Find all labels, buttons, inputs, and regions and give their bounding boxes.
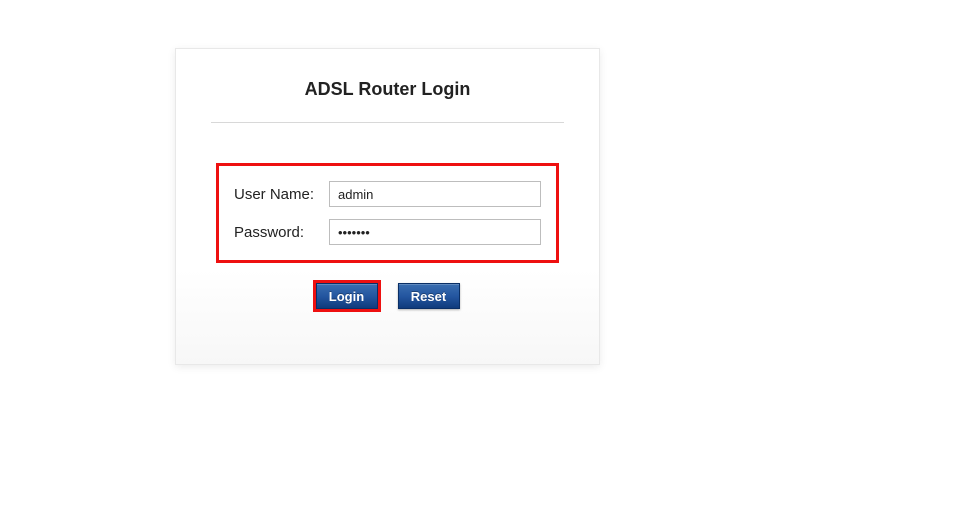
password-row: Password:	[229, 219, 546, 245]
credentials-highlight-box: User Name: Password:	[216, 163, 559, 263]
reset-button[interactable]: Reset	[398, 283, 460, 309]
username-row: User Name:	[229, 181, 546, 207]
login-button[interactable]: Login	[316, 283, 378, 309]
username-label: User Name:	[229, 186, 329, 203]
page-title: ADSL Router Login	[211, 79, 564, 100]
username-input[interactable]	[329, 181, 541, 207]
password-input[interactable]	[329, 219, 541, 245]
login-panel: ADSL Router Login User Name: Password: L…	[175, 48, 600, 365]
divider	[211, 122, 564, 123]
button-row: Login Reset	[211, 283, 564, 309]
password-label: Password:	[229, 224, 329, 241]
